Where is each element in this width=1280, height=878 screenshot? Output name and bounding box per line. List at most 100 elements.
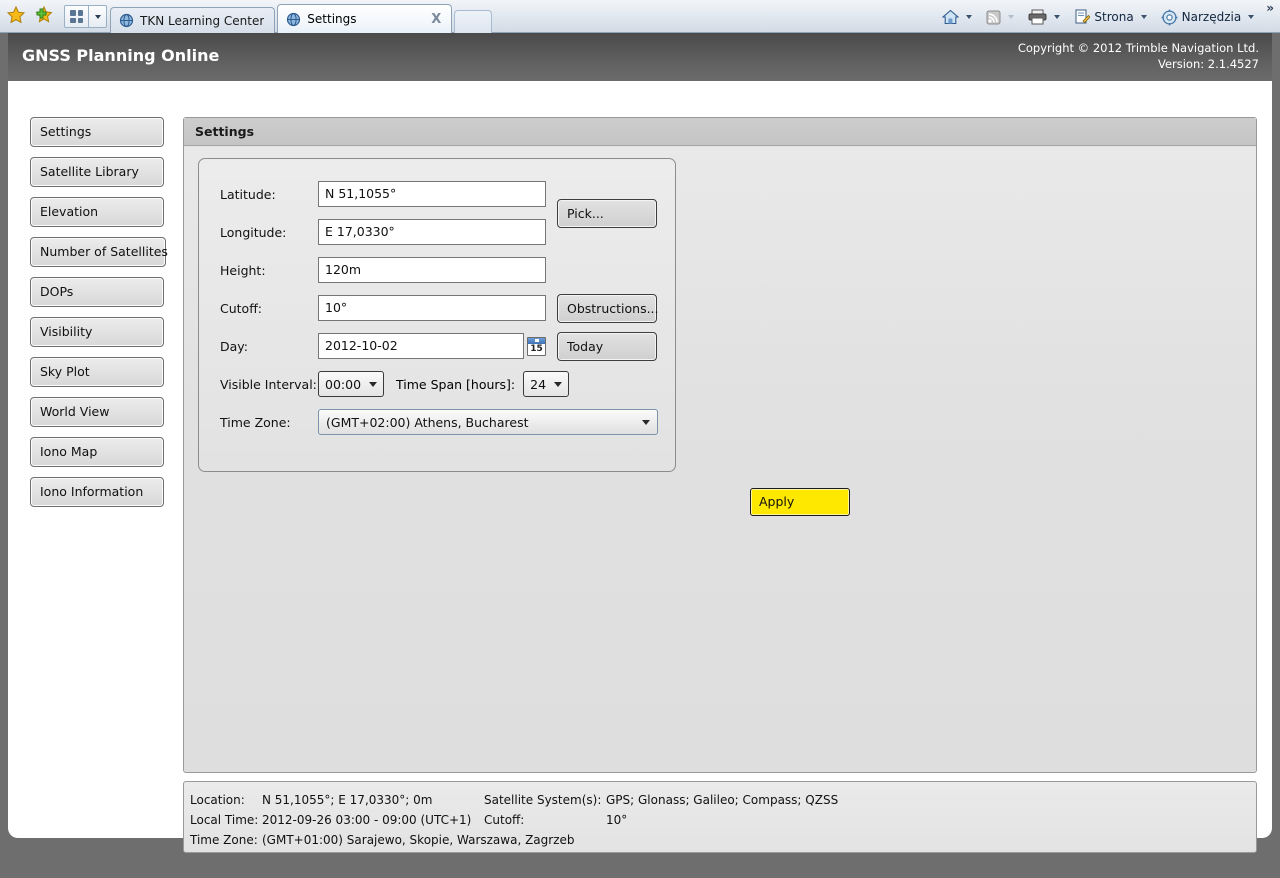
sidebar-item-elevation[interactable]: Elevation bbox=[30, 197, 164, 227]
sidebar-item-iono-information[interactable]: Iono Information bbox=[30, 477, 164, 507]
app-window: GNSS Planning Online Copyright © 2012 Tr… bbox=[8, 33, 1272, 853]
latitude-row: Latitude: N 51,1055° bbox=[220, 181, 546, 207]
chevron-down-icon bbox=[1008, 15, 1015, 19]
local-time-value: 2012-09-26 03:00 - 09:00 (UTC+1) bbox=[262, 813, 472, 827]
cutoff-row: Cutoff: 10° bbox=[220, 295, 546, 321]
print-button[interactable] bbox=[1024, 6, 1067, 28]
status-row-time-zone: Time Zone: (GMT+01:00) Sarajewo, Skopie,… bbox=[190, 830, 1256, 850]
time-span-select[interactable]: 24 bbox=[523, 371, 570, 397]
browser-toolbar: TKN Learning Center Settings X Strona Na… bbox=[0, 0, 1280, 33]
obstructions-button[interactable]: Obstructions... bbox=[557, 294, 659, 323]
browser-tab-tkn-learning-center[interactable]: TKN Learning Center bbox=[110, 7, 276, 33]
cutoff-input[interactable]: 10° bbox=[318, 295, 546, 321]
feeds-button[interactable] bbox=[982, 7, 1021, 28]
browser-tab-settings[interactable]: Settings X bbox=[277, 4, 453, 33]
sidebar-item-sky-plot[interactable]: Sky Plot bbox=[30, 357, 164, 387]
time-zone-value: (GMT+02:00) Athens, Bucharest bbox=[326, 414, 529, 430]
globe-icon bbox=[286, 12, 301, 27]
height-label: Height: bbox=[220, 262, 266, 278]
sidebar-item-iono-map[interactable]: Iono Map bbox=[30, 437, 164, 467]
page-menu-button[interactable]: Strona bbox=[1070, 6, 1153, 28]
time-span-value: 24 bbox=[530, 376, 547, 392]
visible-interval-label: Visible Interval: bbox=[220, 376, 317, 392]
add-favorite-star-icon[interactable] bbox=[33, 5, 53, 25]
new-tab-button[interactable] bbox=[454, 10, 493, 33]
sidebar-item-world-view[interactable]: World View bbox=[30, 397, 164, 427]
home-icon bbox=[942, 9, 960, 25]
pick-button[interactable]: Pick... bbox=[557, 199, 657, 228]
sidebar-item-number-of-satellites[interactable]: Number of Satellites bbox=[30, 237, 168, 267]
day-label: Day: bbox=[220, 338, 248, 354]
chevron-down-icon bbox=[554, 381, 563, 387]
time-zone-select[interactable]: (GMT+02:00) Athens, Bucharest bbox=[318, 409, 658, 435]
satellite-systems-label: Satellite System(s): bbox=[484, 793, 602, 807]
version-text: Version: 2.1.4527 bbox=[1157, 57, 1259, 71]
tab-label: TKN Learning Center bbox=[140, 13, 265, 28]
copyright-block: Copyright © 2012 Trimble Navigation Ltd.… bbox=[1018, 40, 1259, 72]
status-row-location: Location: N 51,1055°; E 17,0330°; 0m Sat… bbox=[190, 790, 1256, 810]
toolbar-overflow-icon[interactable]: » bbox=[1266, 1, 1274, 15]
quick-tabs-grid-icon[interactable] bbox=[64, 5, 89, 28]
star-icon[interactable] bbox=[6, 5, 26, 25]
calendar-icon-day: 15 bbox=[530, 343, 543, 354]
status-time-zone-label: Time Zone: bbox=[190, 833, 258, 847]
apply-button[interactable]: Apply bbox=[750, 488, 850, 516]
gear-icon bbox=[1161, 9, 1178, 25]
latitude-input[interactable]: N 51,1055° bbox=[318, 181, 546, 207]
location-value: N 51,1055°; E 17,0330°; 0m bbox=[262, 793, 433, 807]
tab-strip: TKN Learning Center Settings X bbox=[110, 4, 493, 33]
card-header-title: Settings bbox=[184, 118, 1256, 146]
chevron-down-icon bbox=[642, 419, 650, 425]
status-time-zone-value: (GMT+01:00) Sarajewo, Skopie, Warszawa, … bbox=[262, 833, 575, 847]
status-cutoff-value: 10° bbox=[606, 813, 628, 827]
time-zone-label: Time Zone: bbox=[220, 414, 291, 430]
time-zone-row: Time Zone: (GMT+02:00) Athens, Bucharest bbox=[220, 409, 658, 435]
status-cutoff-label: Cutoff: bbox=[484, 813, 525, 827]
chevron-down-icon bbox=[966, 15, 973, 19]
page-icon bbox=[1075, 9, 1091, 24]
visible-interval-value: 00:00 bbox=[325, 376, 362, 392]
latitude-label: Latitude: bbox=[220, 186, 276, 202]
sidebar-item-satellite-library[interactable]: Satellite Library bbox=[30, 157, 164, 187]
today-button[interactable]: Today bbox=[557, 332, 657, 361]
sidebar-item-visibility[interactable]: Visibility bbox=[30, 317, 164, 347]
visible-interval-row: Visible Interval: 00:00 Time Span [hours… bbox=[220, 371, 570, 397]
visible-interval-select[interactable]: 00:00 bbox=[318, 371, 385, 397]
tab-label: Settings bbox=[307, 12, 357, 26]
height-input[interactable]: 120m bbox=[318, 257, 546, 283]
local-time-label: Local Time: bbox=[190, 813, 259, 827]
sidebar-item-dops[interactable]: DOPs bbox=[30, 277, 164, 307]
chevron-down-icon bbox=[1140, 15, 1147, 19]
quick-tabs bbox=[64, 5, 107, 28]
longitude-input[interactable]: E 17,0330° bbox=[318, 219, 546, 245]
command-bar: Strona Narzędzia » bbox=[938, 1, 1274, 31]
tab-list-dropdown-button[interactable] bbox=[89, 5, 107, 28]
favorites-buttons bbox=[6, 5, 53, 25]
status-bar: Location: N 51,1055°; E 17,0330°; 0m Sat… bbox=[183, 781, 1257, 853]
page-menu-label: Strona bbox=[1094, 10, 1134, 24]
page-title: GNSS Planning Online bbox=[22, 46, 220, 65]
sidebar-item-settings[interactable]: Settings bbox=[30, 117, 164, 147]
chevron-down-icon bbox=[1248, 15, 1255, 19]
chevron-down-icon bbox=[369, 381, 378, 387]
longitude-row: Longitude: E 17,0330° bbox=[220, 219, 546, 245]
rss-feed-icon bbox=[986, 10, 1001, 24]
height-row: Height: 120m bbox=[220, 257, 546, 283]
day-input[interactable]: 2012-10-02 bbox=[318, 333, 524, 359]
tools-menu-button[interactable]: Narzędzia bbox=[1157, 6, 1262, 29]
calendar-icon-header bbox=[528, 337, 545, 344]
time-span-label: Time Span [hours]: bbox=[396, 376, 516, 392]
close-icon[interactable]: X bbox=[417, 12, 441, 27]
globe-icon bbox=[119, 13, 134, 28]
satellite-systems-value: GPS; Glonass; Galileo; Compass; QZSS bbox=[606, 793, 839, 807]
sidebar: Settings Satellite Library Elevation Num… bbox=[30, 117, 178, 517]
location-label: Location: bbox=[190, 793, 245, 807]
panel-frame: Settings Satellite Library Elevation Num… bbox=[22, 81, 1258, 853]
settings-fieldgroup: Latitude: N 51,1055° Longitude: E 17,033… bbox=[198, 158, 676, 472]
longitude-label: Longitude: bbox=[220, 224, 287, 240]
cutoff-label: Cutoff: bbox=[220, 300, 263, 316]
copyright-text: Copyright © 2012 Trimble Navigation Ltd. bbox=[1017, 41, 1259, 55]
home-button[interactable] bbox=[938, 6, 979, 28]
calendar-icon[interactable]: 15 bbox=[527, 336, 546, 356]
day-row: Day: 2012-10-02 15 bbox=[220, 333, 546, 359]
